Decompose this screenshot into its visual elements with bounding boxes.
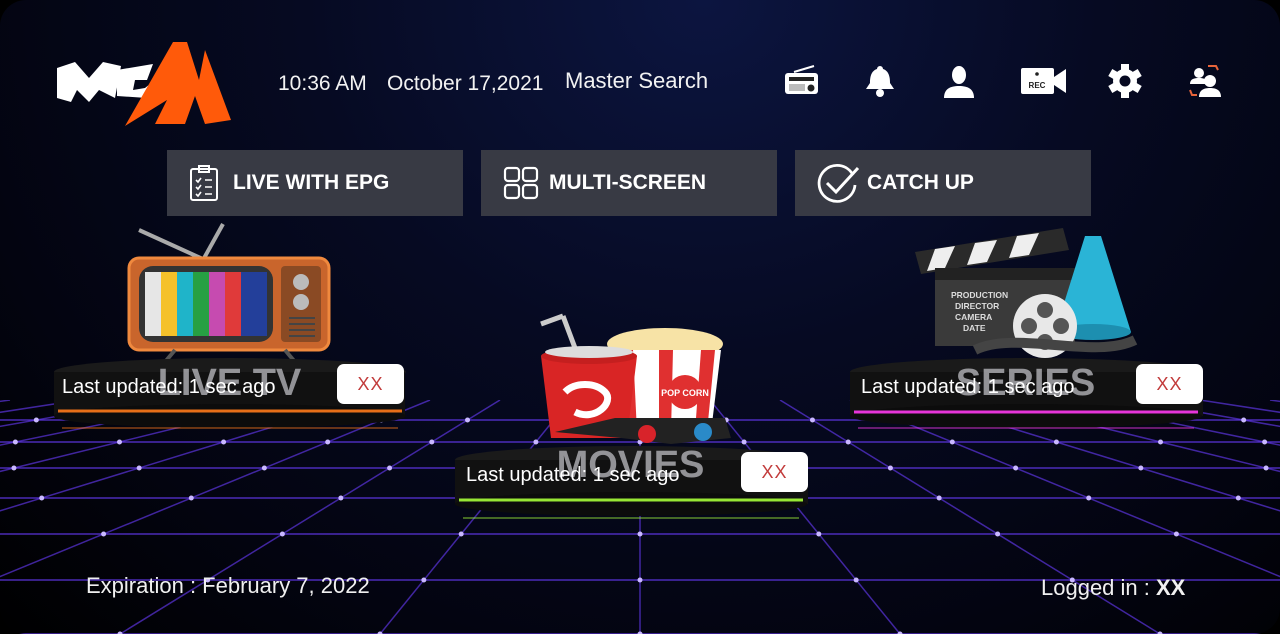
grid-node [11, 465, 17, 471]
grid-node [637, 577, 643, 583]
svg-text:REC: REC [1029, 81, 1046, 90]
nav-label: CATCH UP [867, 171, 974, 194]
grid-node [1013, 465, 1019, 471]
master-search-link[interactable]: Master Search [565, 68, 708, 94]
grid-icon [503, 166, 539, 200]
last-updated-text: Last updated: 1 sec ago [861, 376, 1075, 398]
logged-in-user: XX [1155, 575, 1186, 600]
grid-node [816, 531, 822, 537]
grid-node [465, 417, 471, 423]
grid-line [0, 400, 11, 403]
svg-text:DATE: DATE [963, 323, 986, 333]
grid-node [1235, 495, 1241, 501]
grid-node [39, 495, 45, 501]
clipboard-checklist-icon [190, 165, 218, 201]
grid-node [936, 495, 942, 501]
logged-in-label: Logged in : [1041, 575, 1156, 600]
radio-icon[interactable] [782, 62, 820, 100]
expiration-text: Expiration : February 7, 2022 [86, 573, 370, 598]
grid-node [429, 439, 435, 445]
tv-illustration [127, 223, 331, 362]
logged-in-status: Logged in : XX [1041, 575, 1185, 601]
switch-user-icon[interactable] [1186, 62, 1224, 100]
grid-node [1138, 465, 1144, 471]
last-updated-text: Last updated: 1 sec ago [466, 464, 680, 486]
multi-screen-button[interactable]: MULTI-SCREEN [481, 150, 777, 216]
grid-node [1263, 465, 1269, 471]
grid-node [421, 577, 427, 583]
bell-icon[interactable] [861, 62, 899, 100]
last-updated-text: Last updated: 1 sec ago [62, 376, 276, 398]
nav-label: LIVE WITH EPG [233, 171, 390, 194]
grid-node [637, 531, 643, 537]
movies-popcorn-illustration: POP CORN [540, 313, 731, 444]
grid-node [1158, 439, 1164, 445]
grid-node [116, 439, 122, 445]
check-circle-icon [817, 164, 860, 203]
grid-node [338, 495, 344, 501]
rec-camera-icon[interactable]: REC [1020, 62, 1068, 100]
grid-node [1086, 495, 1092, 501]
grid-node [1053, 439, 1059, 445]
grid-node [136, 465, 142, 471]
grid-node [1262, 439, 1268, 445]
count-badge: XX [337, 364, 404, 404]
grid-node [33, 417, 39, 423]
grid-node [221, 439, 227, 445]
grid-node [261, 465, 267, 471]
user-icon[interactable] [940, 62, 978, 100]
count-badge: XX [741, 452, 808, 492]
grid-node [279, 531, 285, 537]
grid-node [1241, 417, 1247, 423]
nav-label: MULTI-SCREEN [549, 171, 707, 194]
series-clapperboard-illustration: PRODUCTIONDIRECTORCAMERADATE [915, 228, 1138, 358]
movies-tile[interactable]: MOVIES Last updated: 1 sec ago XX [453, 442, 808, 522]
grid-line [1199, 400, 1280, 414]
grid-line [1269, 400, 1280, 403]
svg-text:POP CORN: POP CORN [661, 388, 709, 398]
grid-node [101, 531, 107, 537]
count-badge: XX [1136, 364, 1203, 404]
current-date: October 17,2021 [387, 72, 544, 95]
magma-logo [57, 42, 231, 126]
grid-node [1173, 531, 1179, 537]
grid-node [853, 577, 859, 583]
live-with-epg-button[interactable]: LIVE WITH EPG [167, 150, 463, 216]
grid-node [845, 439, 851, 445]
clock-time: 10:36 AM [278, 72, 367, 95]
grid-node [12, 439, 18, 445]
grid-node [458, 531, 464, 537]
svg-text:DIRECTOR: DIRECTOR [955, 301, 999, 311]
grid-node [387, 465, 393, 471]
grid-node [325, 439, 331, 445]
series-tile[interactable]: SERIES Last updated: 1 sec ago XX [848, 354, 1203, 434]
grid-node [809, 417, 815, 423]
grid-node [188, 495, 194, 501]
grid-node [995, 531, 1001, 537]
grid-node [887, 465, 893, 471]
grid-node [949, 439, 955, 445]
gear-icon[interactable] [1106, 62, 1144, 100]
live-tv-tile[interactable]: LIVE TV Last updated: 1 sec ago XX [52, 354, 407, 434]
svg-text:PRODUCTION: PRODUCTION [951, 290, 1008, 300]
catch-up-button[interactable]: CATCH UP [795, 150, 1091, 216]
svg-text:CAMERA: CAMERA [955, 312, 992, 322]
